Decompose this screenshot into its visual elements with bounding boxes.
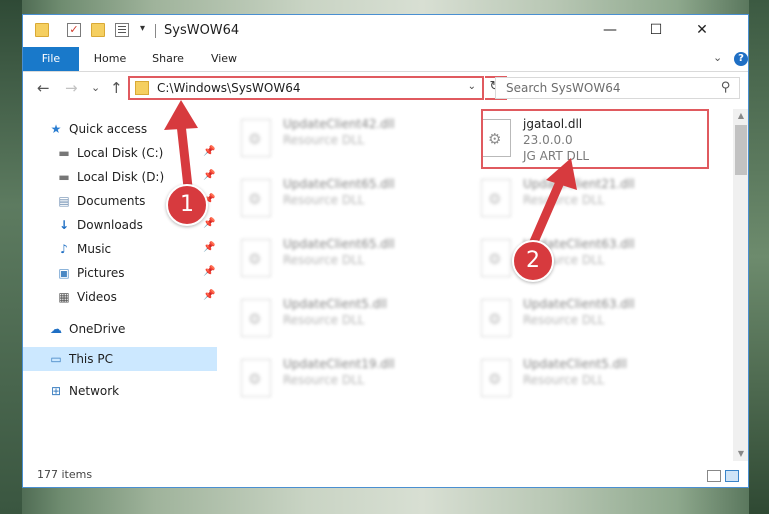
annotation-callout-2: 2 [512, 240, 554, 282]
arrow-1-head [164, 100, 198, 130]
annotation-arrows [164, 100, 577, 249]
annotation-callout-1: 1 [166, 184, 208, 226]
arrow-2-shaft [528, 177, 565, 249]
